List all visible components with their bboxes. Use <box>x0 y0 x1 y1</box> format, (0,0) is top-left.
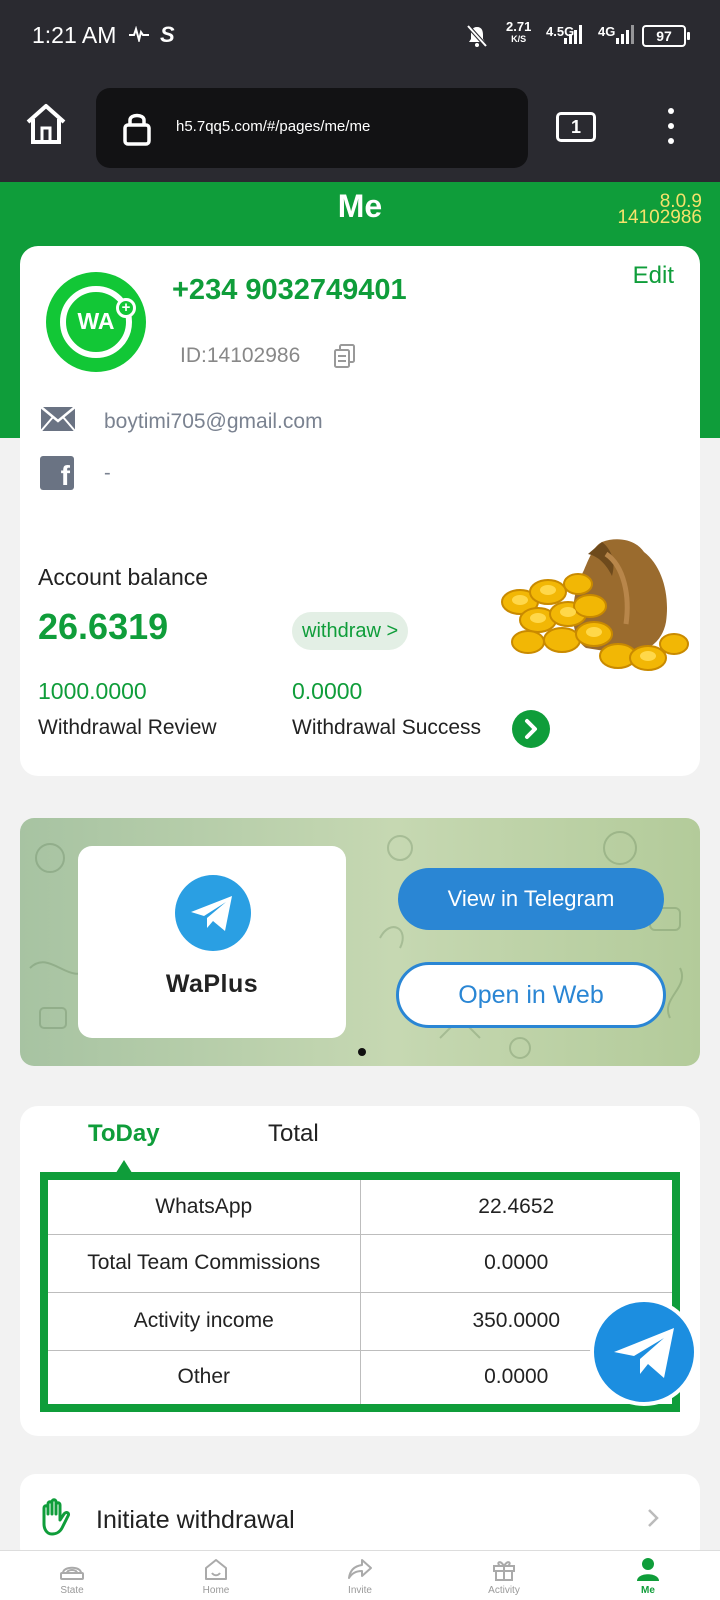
row-value: 0.0000 <box>359 1233 677 1293</box>
state-icon <box>60 1566 84 1580</box>
facebook-value: - <box>104 462 111 484</box>
waplus-card: WaPlus <box>78 846 346 1038</box>
initiate-withdrawal-label: Initiate withdrawal <box>96 1506 295 1534</box>
withdraw-button[interactable]: withdraw > <box>292 612 409 650</box>
view-in-telegram-button[interactable]: View in Telegram <box>398 868 664 930</box>
page-title: Me <box>337 188 383 224</box>
battery-indicator: 97 <box>642 25 690 47</box>
row-label: Other <box>43 1349 361 1409</box>
network-type-2: 4G <box>598 24 616 39</box>
row-label: WhatsApp <box>43 1175 361 1235</box>
coin-bag-icon <box>501 539 689 671</box>
withdrawal-details-button[interactable] <box>512 710 550 748</box>
carousel-indicator <box>358 1048 366 1056</box>
account-balance-label: Account balance <box>38 564 209 590</box>
person-icon <box>637 1558 659 1581</box>
row-label: Total Team Commissions <box>43 1233 361 1293</box>
nav-item-me[interactable]: Me <box>576 1551 720 1600</box>
row-label: Activity income <box>43 1291 361 1351</box>
nav-label: Home <box>202 1585 230 1596</box>
nav-label: State <box>60 1585 84 1596</box>
copy-icon[interactable] <box>334 344 356 368</box>
account-balance-value: 26.6319 <box>38 606 169 647</box>
waplus-brand: WaPlus <box>165 970 259 998</box>
nav-item-activity[interactable]: Activity <box>432 1551 576 1600</box>
browser-toolbar: h5.7qq5.com/#/pages/me/me 1 <box>0 72 720 182</box>
phone-number: +234 9032749401 <box>172 274 407 306</box>
telegram-banner[interactable]: WaPlus View in Telegram Open in Web <box>20 818 700 1066</box>
address-bar[interactable]: h5.7qq5.com/#/pages/me/me <box>96 88 528 168</box>
bottom-navigation: State Home Invite Activity Me <box>0 1550 720 1600</box>
hand-icon <box>42 1498 70 1536</box>
home-icon <box>26 104 66 144</box>
signal-icon <box>616 24 638 44</box>
lock-icon <box>123 113 151 146</box>
nav-item-invite[interactable]: Invite <box>288 1551 432 1600</box>
income-table: WhatsApp 22.4652 Total Team Commissions … <box>40 1172 680 1412</box>
row-value: 22.4652 <box>359 1175 677 1235</box>
status-bar: 1:21 AM S 2.71 K/S 4.5G 4G 97 <box>0 0 720 72</box>
email-address: boytimi705@gmail.com <box>104 410 323 433</box>
mail-icon <box>40 406 76 432</box>
withdrawal-review-value: 1000.0000 <box>38 678 147 704</box>
nav-label: Me <box>641 1585 655 1596</box>
home-icon <box>205 1559 227 1580</box>
chevron-right-icon <box>648 1509 659 1527</box>
user-id: ID:14102986 <box>180 344 301 367</box>
overflow-menu-button[interactable] <box>664 108 678 148</box>
edit-button[interactable]: Edit <box>633 262 674 290</box>
tabs-button[interactable]: 1 <box>556 112 596 142</box>
signal-icon <box>562 24 584 44</box>
nav-item-home[interactable]: Home <box>144 1551 288 1600</box>
nav-label: Invite <box>348 1585 372 1596</box>
chevron-right-icon <box>525 719 537 739</box>
profile-card: WA + +234 9032749401 Edit ID:14102986 bo… <box>20 246 700 776</box>
withdrawal-success-label: Withdrawal Success <box>292 716 482 739</box>
telegram-float-button[interactable] <box>590 1298 698 1406</box>
browser-home-button[interactable] <box>22 100 70 148</box>
bell-off-icon <box>466 24 488 53</box>
s-app-icon: S <box>160 22 175 47</box>
net-speed-unit: K/S <box>511 34 527 44</box>
facebook-icon: f <box>40 456 74 490</box>
nav-label: Activity <box>488 1585 520 1596</box>
nav-item-state[interactable]: State <box>0 1551 144 1600</box>
table-row: Other 0.0000 <box>43 1349 677 1409</box>
withdrawal-review-label: Withdrawal Review <box>38 716 217 739</box>
net-speed: 2.71 K/S <box>506 20 531 46</box>
plus-icon: + <box>116 298 136 318</box>
table-row: WhatsApp 22.4652 <box>43 1175 677 1235</box>
table-row: Activity income 350.0000 <box>43 1291 677 1351</box>
table-row: Total Team Commissions 0.0000 <box>43 1233 677 1293</box>
net-speed-value: 2.71 <box>506 19 532 34</box>
gift-icon <box>493 1561 515 1581</box>
share-icon <box>348 1559 372 1579</box>
status-time: 1:21 AM <box>32 22 117 48</box>
withdrawal-success-value: 0.0000 <box>292 678 363 704</box>
url-text: h5.7qq5.com/#/pages/me/me <box>176 118 371 135</box>
open-in-web-button[interactable]: Open in Web <box>396 962 666 1028</box>
telegram-icon <box>614 1328 674 1378</box>
activity-icon <box>128 25 150 47</box>
tab-today[interactable]: ToDay <box>88 1120 160 1148</box>
tab-total[interactable]: Total <box>268 1120 319 1148</box>
telegram-icon <box>175 875 251 951</box>
version-info: 8.0.9 14102986 <box>617 192 702 228</box>
avatar: WA + <box>46 272 146 372</box>
user-code: 14102986 <box>617 207 702 228</box>
